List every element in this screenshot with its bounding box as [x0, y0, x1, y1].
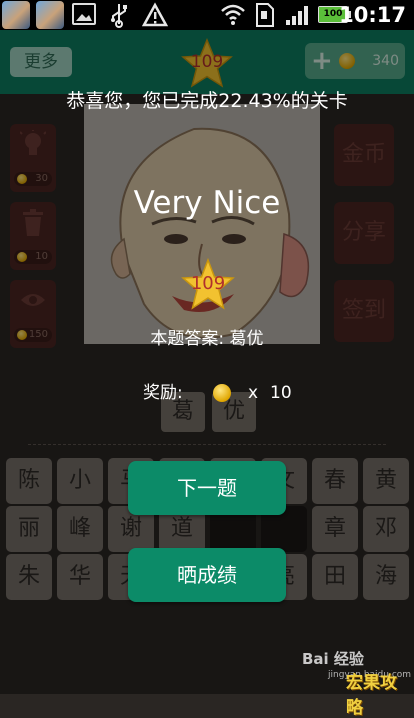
image-icon [72, 3, 96, 25]
reward-row: 奖励: x 10 [0, 380, 414, 406]
watermark: Bai 经验 jingyan.baidu.com 宏果攻略 [302, 648, 411, 718]
reward-multiplier: x [248, 383, 259, 403]
answer-reveal: 本题答案: 葛优 [150, 329, 264, 349]
reward-value: 10 [270, 383, 292, 403]
next-question-button[interactable]: 下一题 [128, 461, 286, 515]
level-number: 109 [190, 273, 226, 294]
completion-message: 恭喜您，您已完成22.43%的关卡 [66, 90, 348, 112]
result-headline: Very Nice [133, 185, 281, 221]
share-score-button[interactable]: 晒成绩 [128, 548, 286, 602]
game-app-icon [36, 1, 64, 29]
level-star-badge: 109 [180, 257, 236, 312]
clock: 10:17 [339, 3, 406, 27]
watermark-brand: Bai 经验 [302, 650, 364, 668]
status-bar: 100 10:17 [0, 0, 414, 30]
game-app-icon [2, 1, 30, 29]
coin-icon [213, 384, 231, 402]
reward-label: 奖励: [143, 383, 183, 403]
wifi-icon [220, 2, 246, 33]
watermark-site: 宏果攻略 [346, 673, 397, 718]
